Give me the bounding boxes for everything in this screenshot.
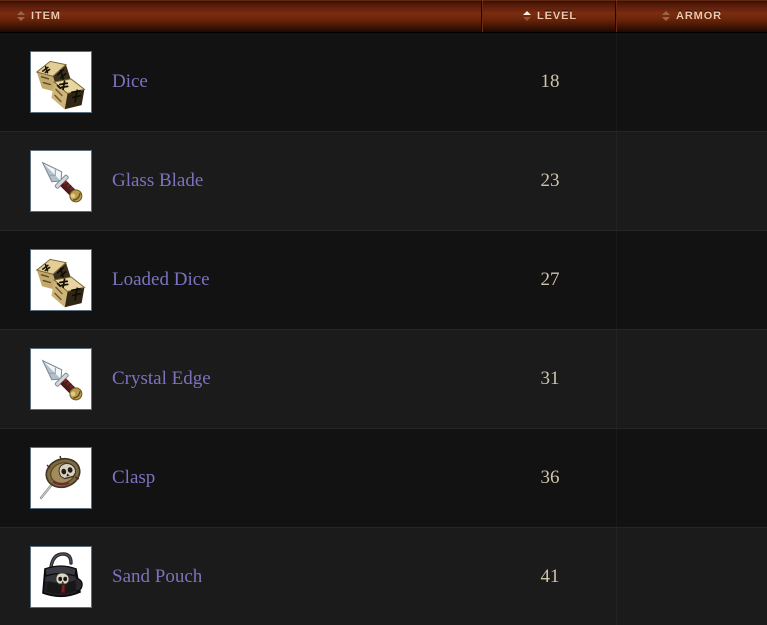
table-row: Clasp 36 bbox=[0, 429, 767, 528]
table-body: Dice 18 Glass Blade 23 Loaded Dice 27 Cr… bbox=[0, 33, 767, 625]
table-row: Loaded Dice 27 bbox=[0, 231, 767, 330]
cell-item: Clasp bbox=[0, 429, 483, 527]
cell-level: 41 bbox=[483, 528, 617, 625]
table-row: Sand Pouch 41 bbox=[0, 528, 767, 625]
cell-item: Crystal Edge bbox=[0, 330, 483, 428]
level-value: 23 bbox=[540, 170, 560, 191]
column-header-item[interactable]: ITEM bbox=[0, 0, 483, 32]
dagger-icon[interactable] bbox=[30, 348, 92, 410]
column-header-item-label: ITEM bbox=[31, 10, 61, 22]
clasp-pin-icon[interactable] bbox=[30, 447, 92, 509]
cell-armor bbox=[617, 33, 767, 131]
table-header-row: ITEM LEVEL ARMOR bbox=[0, 0, 767, 33]
level-value: 36 bbox=[540, 467, 560, 488]
sort-updown-icon[interactable] bbox=[661, 11, 670, 21]
cell-level: 18 bbox=[483, 33, 617, 131]
sort-updown-icon[interactable] bbox=[523, 11, 532, 21]
cell-armor bbox=[617, 231, 767, 329]
item-name-link[interactable]: Dice bbox=[112, 71, 148, 93]
cell-armor bbox=[617, 330, 767, 428]
cell-item: Sand Pouch bbox=[0, 528, 483, 625]
dice-icon[interactable] bbox=[30, 51, 92, 113]
level-value: 27 bbox=[540, 269, 560, 290]
cell-armor bbox=[617, 132, 767, 230]
item-name-link[interactable]: Loaded Dice bbox=[112, 269, 210, 291]
cell-level: 31 bbox=[483, 330, 617, 428]
dagger-icon[interactable] bbox=[30, 150, 92, 212]
level-value: 31 bbox=[540, 368, 560, 389]
column-header-armor-label: ARMOR bbox=[675, 10, 723, 22]
column-header-armor[interactable]: ARMOR bbox=[617, 0, 767, 32]
cell-level: 23 bbox=[483, 132, 617, 230]
item-name-link[interactable]: Crystal Edge bbox=[112, 368, 211, 390]
sort-updown-icon[interactable] bbox=[17, 11, 25, 21]
table-row: Glass Blade 23 bbox=[0, 132, 767, 231]
cell-item: Loaded Dice bbox=[0, 231, 483, 329]
pouch-icon[interactable] bbox=[30, 546, 92, 608]
table-row: Crystal Edge 31 bbox=[0, 330, 767, 429]
item-name-link[interactable]: Glass Blade bbox=[112, 170, 203, 192]
column-header-level[interactable]: LEVEL bbox=[483, 0, 617, 32]
item-name-link[interactable]: Sand Pouch bbox=[112, 566, 202, 588]
cell-item: Dice bbox=[0, 33, 483, 131]
item-table: ITEM LEVEL ARMOR Dice 18 Glass Blade 23 … bbox=[0, 0, 767, 625]
cell-item: Glass Blade bbox=[0, 132, 483, 230]
cell-armor bbox=[617, 528, 767, 625]
table-row: Dice 18 bbox=[0, 33, 767, 132]
cell-level: 27 bbox=[483, 231, 617, 329]
column-header-level-label: LEVEL bbox=[537, 10, 577, 22]
level-value: 18 bbox=[540, 71, 560, 92]
dice-icon[interactable] bbox=[30, 249, 92, 311]
item-name-link[interactable]: Clasp bbox=[112, 467, 155, 489]
cell-armor bbox=[617, 429, 767, 527]
cell-level: 36 bbox=[483, 429, 617, 527]
level-value: 41 bbox=[540, 566, 560, 587]
